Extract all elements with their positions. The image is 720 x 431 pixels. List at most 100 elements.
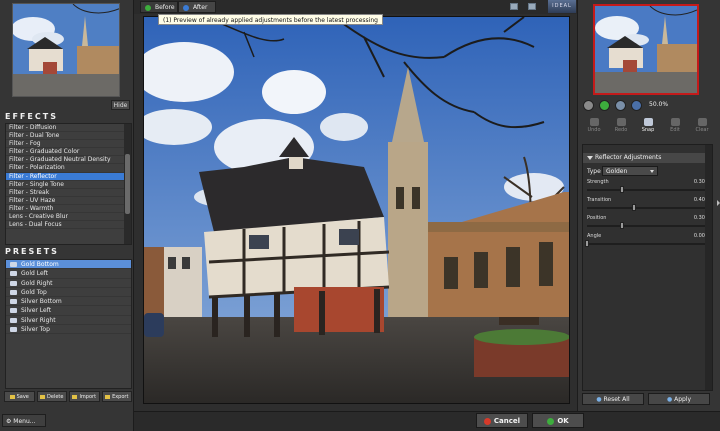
cancel-label: Cancel	[493, 417, 521, 425]
adjustments-title: Reflector Adjustments	[595, 154, 662, 161]
preset-label: Gold Left	[21, 270, 48, 278]
apply-button[interactable]: ● Apply	[648, 393, 710, 405]
menu-button[interactable]: ⚙ Menu...	[2, 414, 46, 427]
adjustments-header[interactable]: Reflector Adjustments	[583, 153, 705, 163]
image-canvas[interactable]	[143, 16, 570, 404]
checkmark-icon	[547, 417, 555, 425]
effect-item[interactable]: Filter - Single Tone	[6, 181, 131, 189]
preset-item[interactable]: Silver Bottom	[6, 297, 131, 307]
clear-icon	[697, 118, 707, 126]
tab-after[interactable]: After	[178, 1, 216, 13]
tool-undo[interactable]: Undo	[583, 117, 605, 138]
type-select[interactable]: Golden	[602, 166, 658, 176]
export-icon	[105, 394, 111, 399]
effects-list[interactable]: Filter - Diffusion Filter - Dual Tone Filt…	[5, 123, 132, 245]
split-view-icon[interactable]	[528, 3, 536, 10]
app-window: Hide EFFECTS Filter - Diffusion Filter - …	[0, 0, 720, 431]
slider-handle[interactable]	[632, 204, 637, 211]
effect-item[interactable]: Filter - Diffusion	[6, 124, 131, 133]
preset-icon	[10, 327, 17, 333]
effect-item[interactable]: Filter - Warmth	[6, 205, 131, 214]
tool-label: Edit	[670, 127, 680, 133]
preset-icon	[10, 262, 17, 267]
delete-label: Delete	[47, 394, 64, 400]
hide-button[interactable]: Hide	[111, 100, 130, 110]
import-label: Import	[79, 394, 97, 400]
actual-size-icon[interactable]	[631, 100, 642, 111]
effect-item[interactable]: Filter - Graduated Neutral Density	[6, 156, 131, 165]
presets-list[interactable]: Gold Bottom Gold Left Gold Right Gold Top Si…	[5, 259, 132, 389]
zoom-out-icon[interactable]	[583, 100, 594, 111]
slider-track[interactable]	[587, 204, 705, 211]
slider-handle[interactable]	[585, 240, 589, 247]
preset-label: Silver Left	[21, 307, 52, 315]
cancel-button[interactable]: Cancel	[476, 413, 528, 428]
preset-buttons: Save Delete Import Export	[4, 391, 132, 402]
slider-label: Angle	[587, 233, 602, 239]
effects-scroll-thumb[interactable]	[125, 154, 130, 214]
tool-label: Snap	[641, 127, 655, 133]
slider-transition: Transition 0.40	[587, 197, 705, 213]
import-preset-button[interactable]: Import	[69, 391, 100, 402]
preset-item[interactable]: Gold Top	[6, 288, 131, 298]
tool-label: Undo	[587, 127, 601, 133]
save-preset-button[interactable]: Save	[4, 391, 35, 402]
tab-before[interactable]: Before	[140, 1, 178, 13]
ok-button[interactable]: OK	[532, 413, 584, 428]
effect-item[interactable]: Filter - UV Haze	[6, 197, 131, 205]
tool-edit[interactable]: Edit	[664, 117, 686, 138]
preset-icon	[10, 271, 17, 277]
zoom-in-icon[interactable]	[599, 100, 610, 111]
slider-value: 0.40	[693, 197, 705, 203]
tool-redo[interactable]: Redo	[610, 117, 632, 138]
effect-item[interactable]: Filter - Fog	[6, 140, 131, 149]
slider-track[interactable]	[585, 240, 705, 247]
reset-all-button[interactable]: ● Reset All	[582, 393, 644, 405]
save-label: Save	[16, 394, 29, 400]
type-label: Type	[587, 168, 601, 175]
preset-label: Gold Top	[21, 288, 47, 296]
tool-clear[interactable]: Clear	[691, 117, 713, 138]
effect-item[interactable]: Lens - Dual Focus	[6, 221, 131, 230]
preset-label: Silver Top	[21, 326, 50, 334]
snap-icon	[643, 118, 653, 126]
effect-item[interactable]: Lens - Creative Blur	[6, 213, 131, 222]
slider-label: Position	[587, 215, 607, 221]
slider-position: Position 0.30	[587, 215, 705, 231]
effect-item[interactable]: Filter - Polarization	[6, 164, 131, 173]
export-label: Export	[112, 394, 129, 400]
preview-thumbnail[interactable]	[593, 4, 699, 95]
preset-item[interactable]: Silver Top	[6, 325, 131, 335]
delete-preset-button[interactable]: Delete	[36, 391, 67, 402]
slider-track[interactable]	[587, 222, 705, 229]
adjustments-scrollbar[interactable]	[705, 145, 712, 390]
top-bar: Before After IDEAL	[134, 0, 577, 14]
edit-icon	[670, 118, 680, 126]
chevron-down-icon	[650, 170, 654, 173]
single-view-icon[interactable]	[510, 3, 518, 10]
export-preset-button[interactable]: Export	[101, 391, 132, 402]
effect-item[interactable]: Filter - Graduated Color	[6, 148, 131, 157]
effect-item[interactable]: Filter - Reflector	[6, 172, 131, 181]
fit-icon[interactable]	[615, 100, 626, 111]
effect-item[interactable]: Filter - Streak	[6, 189, 131, 197]
zoom-controls: 50.0%	[583, 100, 713, 112]
slider-handle[interactable]	[620, 222, 625, 229]
preset-item[interactable]: Gold Bottom	[6, 260, 131, 270]
slider-value: 0.30	[693, 215, 705, 221]
preset-item[interactable]: Silver Right	[6, 316, 131, 326]
preset-item[interactable]: Gold Left	[6, 269, 131, 279]
type-value: Golden	[606, 168, 628, 175]
effects-title: EFFECTS	[5, 112, 58, 121]
preset-item[interactable]: Silver Left	[6, 306, 131, 316]
slider-handle[interactable]	[620, 186, 625, 193]
effects-scrollbar[interactable]	[124, 124, 131, 244]
preset-item[interactable]: Gold Right	[6, 279, 131, 288]
tool-snap[interactable]: Snap	[637, 117, 659, 138]
slider-angle: Angle 0.00	[585, 233, 705, 249]
delete-icon	[40, 394, 46, 399]
slider-track[interactable]	[587, 186, 705, 193]
navigator-thumbnail[interactable]	[12, 3, 120, 97]
effect-item[interactable]: Filter - Dual Tone	[6, 132, 131, 141]
preset-label: Gold Bottom	[21, 261, 59, 268]
